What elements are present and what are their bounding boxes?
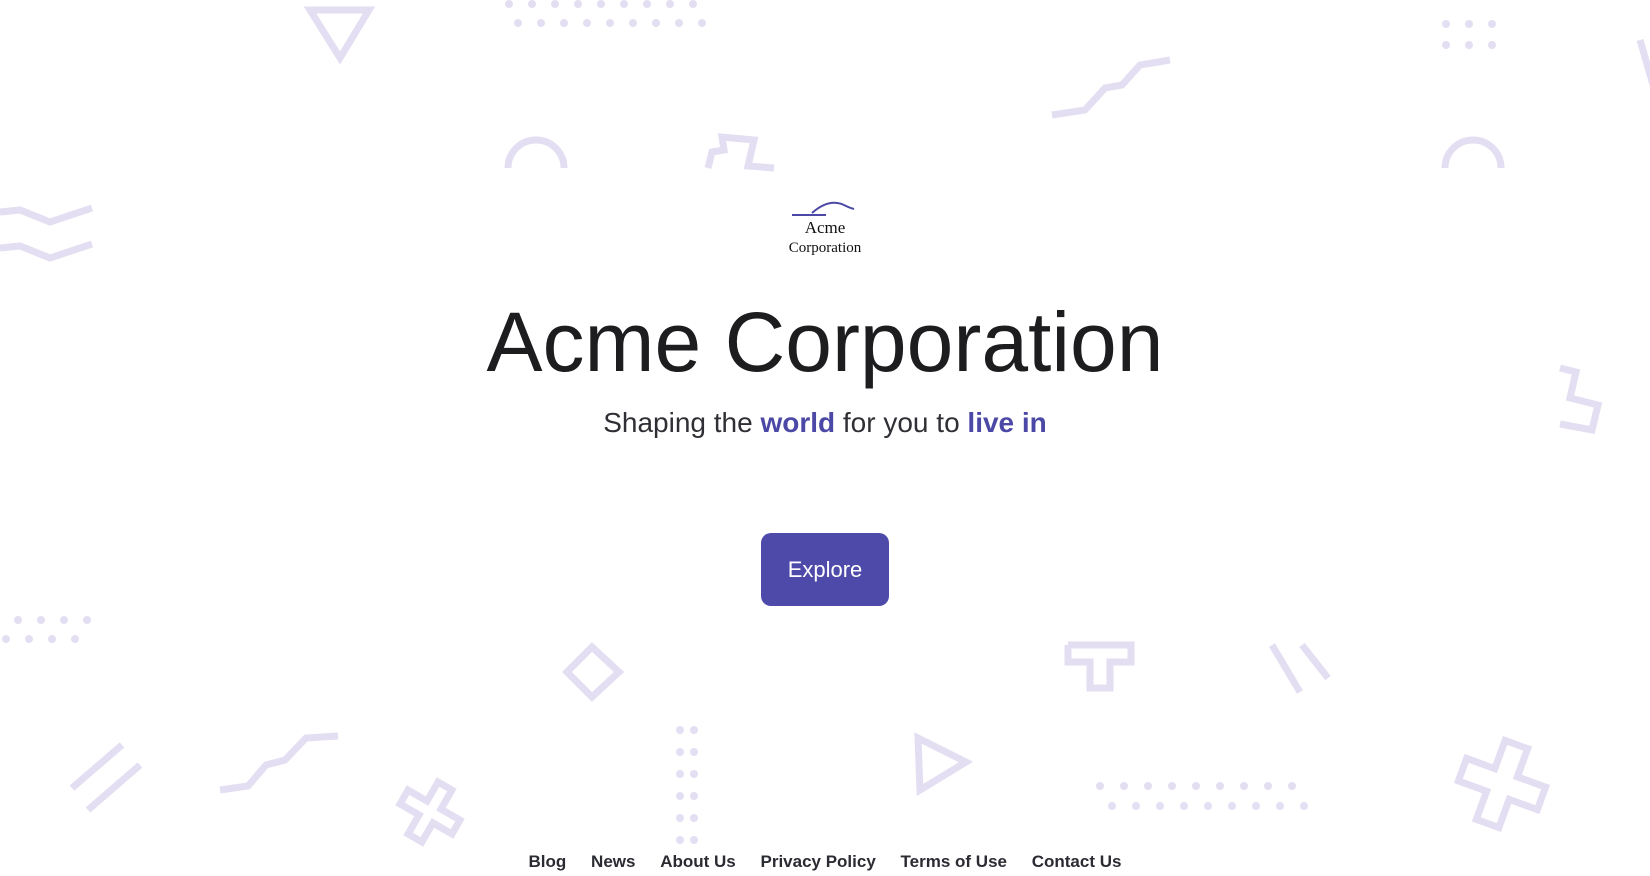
cross-shape (1453, 735, 1551, 833)
footer-link-blog[interactable]: Blog (529, 852, 567, 871)
dot-grid-shape (1442, 20, 1496, 49)
zigzag-shape (219, 732, 339, 794)
dot-grid-shape (2, 616, 91, 643)
cross-shape (1064, 641, 1135, 692)
footer-link-news[interactable]: News (591, 852, 635, 871)
footer-link-about-us[interactable]: About Us (660, 852, 736, 871)
arc-shape (504, 136, 568, 169)
tagline-text: Shaping the (603, 407, 761, 438)
zigzag-shape (704, 133, 775, 172)
explore-button[interactable]: Explore (761, 533, 889, 606)
acme-logo: Acme Corporation (775, 195, 875, 258)
zigzag-shape (1051, 56, 1171, 119)
logo-text-line1: Acme (804, 218, 846, 237)
footer-link-privacy-policy[interactable]: Privacy Policy (760, 852, 875, 871)
slash-shape (1268, 643, 1304, 694)
footer-link-contact-us[interactable]: Contact Us (1032, 852, 1122, 871)
page-title: Acme Corporation (486, 295, 1164, 389)
dot-grid-shape (676, 726, 698, 844)
tagline-highlight-world: world (760, 407, 836, 438)
dot-grid-shape (505, 0, 706, 27)
logo-text-line2: Corporation (788, 240, 862, 256)
tagline-highlight-live-in: live in (967, 407, 1047, 438)
landing-page: Acme Corporation Acme Corporation Shapin… (0, 0, 1650, 876)
slash-shape (69, 742, 125, 791)
wave-shape (0, 240, 94, 262)
diamond-shape (562, 642, 625, 702)
arc-shape (1441, 136, 1505, 169)
triangle-shape (914, 732, 974, 797)
tagline: Shaping the world for you to live in (0, 406, 1650, 440)
footer-link-terms-of-use[interactable]: Terms of Use (901, 852, 1007, 871)
roof-icon (792, 201, 855, 216)
tagline-text: for you to (835, 407, 968, 438)
slash-shape (1299, 642, 1331, 681)
triangle-shape (303, 6, 376, 65)
cross-shape (395, 777, 465, 847)
wave-shape (0, 204, 94, 226)
slash-shape (1636, 39, 1650, 87)
dot-grid-shape (1096, 782, 1308, 810)
footer-nav: Blog News About Us Privacy Policy Terms … (0, 852, 1650, 872)
